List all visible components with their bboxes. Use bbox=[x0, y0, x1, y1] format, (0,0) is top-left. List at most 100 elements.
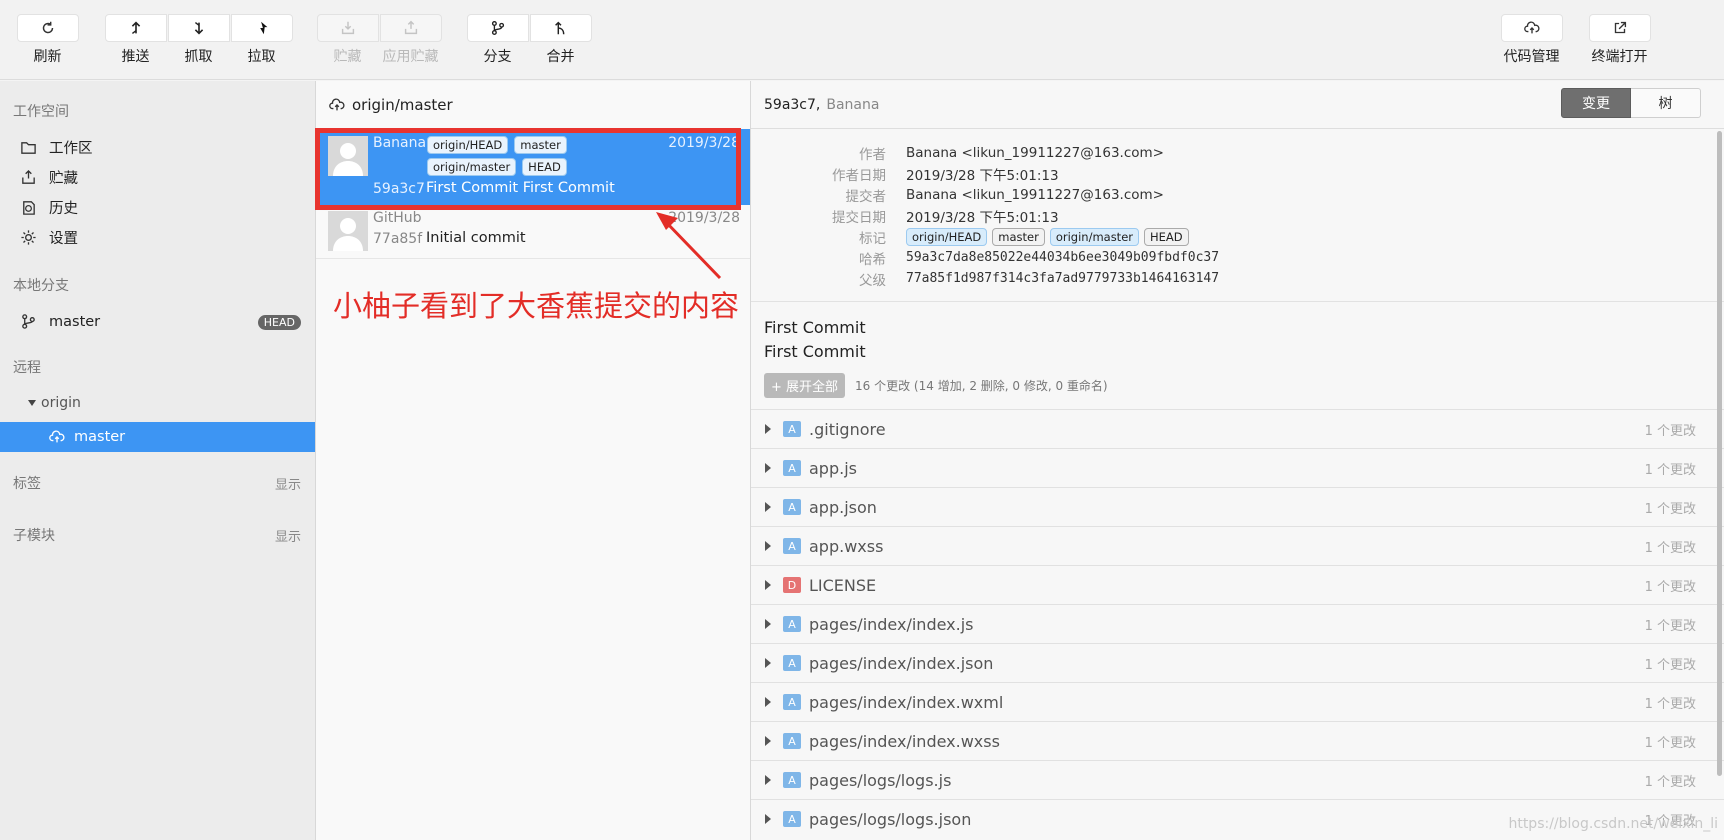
meta-tags-row: 标记 origin/HEAD master origin/master HEAD bbox=[751, 226, 1189, 247]
detail-header-author: Banana bbox=[826, 96, 880, 113]
file-row[interactable]: Aapp.wxss 1 个更改 bbox=[751, 526, 1724, 565]
meta-author: Banana <likun_19911227@163.com> bbox=[906, 144, 1164, 161]
fetch-icon bbox=[167, 14, 230, 42]
change-summary: 16 个更改 (14 增加, 2 删除, 0 修改, 0 重命名) bbox=[855, 379, 1108, 393]
tags-section-title: 标签 bbox=[13, 476, 41, 492]
commit-list-branch: origin/master bbox=[352, 96, 453, 114]
annotation-arrow-icon bbox=[656, 212, 722, 280]
fetch-button[interactable]: 抓取 bbox=[167, 14, 230, 66]
ref-tag: origin/master bbox=[1049, 227, 1139, 246]
sidebar-item-stash[interactable]: 贮藏 bbox=[20, 167, 78, 188]
sidebar-item-label: 设置 bbox=[49, 231, 78, 247]
branch-icon bbox=[466, 14, 529, 42]
cloud-icon bbox=[329, 98, 345, 111]
expand-all-button[interactable]: + 展开全部 bbox=[764, 373, 846, 398]
remote-origin[interactable]: origin bbox=[28, 395, 81, 411]
meta-key: 提交日期 bbox=[832, 209, 886, 226]
branch-icon bbox=[22, 314, 35, 329]
sidebar-item-history[interactable]: 历史 bbox=[20, 197, 78, 218]
apply-stash-button[interactable]: 应用贮藏 bbox=[379, 14, 442, 66]
file-row[interactable]: Apages/index/index.json 1 个更改 bbox=[751, 643, 1724, 682]
file-row[interactable]: Apages/index/index.js 1 个更改 bbox=[751, 604, 1724, 643]
annotation-text: 小柚子看到了大香蕉提交的内容 bbox=[333, 289, 740, 323]
branch-button[interactable]: 分支 bbox=[466, 14, 529, 66]
remote-section-title: 远程 bbox=[13, 360, 41, 376]
commit-author: Banana bbox=[373, 135, 427, 151]
file-row[interactable]: Aapp.json 1 个更改 bbox=[751, 487, 1724, 526]
changed-files-list: A .gitignore 1 个更改 Aapp.js 1 个更改 Aapp.json 1… bbox=[751, 409, 1724, 838]
meta-author-row: 作者 Banana <likun_19911227@163.com> bbox=[751, 142, 1164, 163]
merge-button[interactable]: 合并 bbox=[529, 14, 592, 66]
cloud-upload-icon bbox=[1500, 14, 1563, 42]
file-row[interactable]: Apages/logs/logs.js 1 个更改 bbox=[751, 760, 1724, 799]
terminal-label: 终端打开 bbox=[1591, 49, 1648, 65]
sidebar-item-label: 工作区 bbox=[49, 141, 93, 157]
commit-meta: 作者 Banana <likun_19911227@163.com> 作者日期 … bbox=[751, 130, 1724, 302]
push-icon bbox=[104, 14, 167, 42]
message-line: First Commit bbox=[764, 318, 866, 337]
caret-right-icon bbox=[765, 775, 771, 785]
tab-changes[interactable]: 变更 bbox=[1561, 88, 1631, 118]
file-name: app.wxss bbox=[809, 536, 884, 556]
ref-tag: HEAD bbox=[522, 158, 567, 176]
caret-right-icon bbox=[765, 619, 771, 629]
stash-icon bbox=[22, 169, 35, 184]
watermark: https://blog.csdn.net/weixin_li bbox=[1508, 816, 1718, 832]
terminal-button[interactable]: 终端打开 bbox=[1588, 14, 1651, 66]
status-badge: A bbox=[783, 616, 801, 632]
file-row[interactable]: Apages/index/index.wxml 1 个更改 bbox=[751, 682, 1724, 721]
meta-tags: origin/HEAD master origin/master HEAD bbox=[906, 227, 1189, 246]
meta-commit-date-row: 提交日期 2019/3/28 下午5:01:13 bbox=[751, 205, 1059, 226]
refresh-button[interactable]: 刷新 bbox=[16, 14, 79, 66]
change-count: 1 个更改 bbox=[1644, 540, 1696, 556]
tags-show-link[interactable]: 显示 bbox=[275, 474, 301, 493]
caret-down-icon bbox=[28, 400, 36, 406]
sidebar-item-workspace[interactable]: 工作区 bbox=[20, 137, 93, 158]
history-icon bbox=[23, 201, 35, 215]
push-button[interactable]: 推送 bbox=[104, 14, 167, 66]
file-row[interactable]: Apages/index/index.wxss 1 个更改 bbox=[751, 721, 1724, 760]
meta-parent[interactable]: 77a85f1d987f314c3fa7ad9779733b1464163147 bbox=[906, 271, 1219, 286]
stash-button[interactable]: 贮藏 bbox=[316, 14, 379, 66]
change-count: 1 个更改 bbox=[1644, 735, 1696, 751]
file-name: app.json bbox=[809, 497, 877, 517]
detail-scrollbar[interactable] bbox=[1717, 131, 1722, 776]
status-badge: A bbox=[783, 772, 801, 788]
pull-label: 拉取 bbox=[247, 49, 276, 65]
status-badge: A bbox=[783, 811, 801, 827]
code-manage-button[interactable]: 代码管理 bbox=[1500, 14, 1563, 66]
remote-branch-master[interactable]: master bbox=[0, 422, 315, 452]
file-row[interactable]: D LICENSE 1 个更改 bbox=[751, 565, 1724, 604]
change-count: 1 个更改 bbox=[1644, 657, 1696, 673]
commit-hash: 77a85f bbox=[373, 231, 423, 247]
status-badge: A bbox=[783, 733, 801, 749]
apply-stash-icon bbox=[379, 14, 442, 42]
message-line: First Commit bbox=[764, 342, 866, 361]
merge-label: 合并 bbox=[546, 49, 575, 65]
pull-icon bbox=[230, 14, 293, 42]
ref-tag: HEAD bbox=[1144, 227, 1189, 246]
code-manage-label: 代码管理 bbox=[1503, 49, 1560, 65]
status-badge: A bbox=[783, 499, 801, 515]
file-row[interactable]: Aapp.js 1 个更改 bbox=[751, 448, 1724, 487]
meta-key: 标记 bbox=[859, 230, 886, 247]
meta-key: 父级 bbox=[859, 272, 886, 289]
file-row[interactable]: A .gitignore 1 个更改 bbox=[751, 409, 1724, 448]
submodules-section-title: 子模块 bbox=[13, 528, 55, 544]
local-branches-title: 本地分支 bbox=[13, 278, 69, 294]
sidebar-item-settings[interactable]: 设置 bbox=[20, 227, 78, 248]
pull-button[interactable]: 拉取 bbox=[230, 14, 293, 66]
meta-key: 提交者 bbox=[845, 188, 887, 205]
submodules-show-link[interactable]: 显示 bbox=[275, 526, 301, 545]
caret-right-icon bbox=[765, 580, 771, 590]
status-badge: A bbox=[783, 538, 801, 554]
change-count: 1 个更改 bbox=[1644, 423, 1696, 439]
toolbar-group-branch: 分支 合并 bbox=[466, 14, 592, 66]
fetch-label: 抓取 bbox=[184, 49, 213, 65]
commit-row-selected[interactable]: Banana origin/HEAD master origin/master … bbox=[316, 129, 750, 205]
stash-icon bbox=[316, 14, 379, 42]
commit-message: First Commit First Commit bbox=[426, 180, 615, 196]
tab-tree[interactable]: 树 bbox=[1631, 88, 1701, 118]
gear-icon bbox=[21, 230, 36, 245]
branch-label: 分支 bbox=[483, 49, 512, 65]
